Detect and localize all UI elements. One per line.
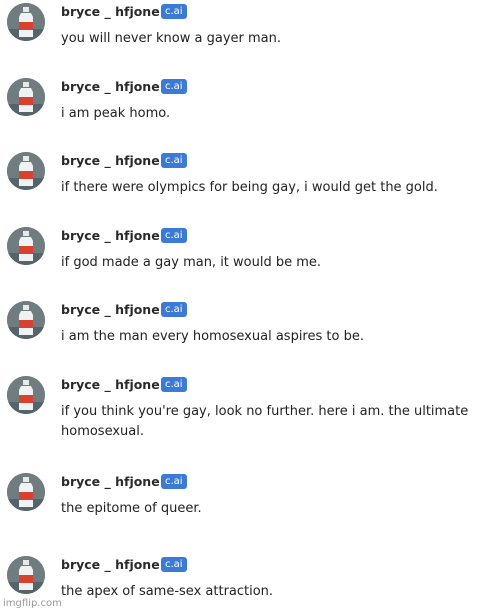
imgflip-watermark: imgflip.com — [3, 598, 62, 609]
avatar[interactable] — [7, 78, 45, 116]
bottle-avatar-icon — [7, 556, 45, 594]
avatar[interactable] — [7, 227, 45, 265]
author-name: bryce _ hfjone — [61, 302, 160, 317]
message-text: you will never know a gayer man. — [61, 31, 281, 46]
message-text: i am the man every homosexual aspires to… — [61, 329, 364, 344]
author-name: bryce _ hfjone — [61, 79, 160, 94]
bottle-avatar-icon — [7, 227, 45, 265]
bottle-avatar-icon — [7, 473, 45, 511]
ai-badge: c.ai — [161, 474, 187, 489]
chat-message: bryce _ hfjone c.ai if god made a gay ma… — [0, 224, 500, 284]
message-text: if there were olympics for being gay, i … — [61, 180, 438, 195]
ai-badge: c.ai — [161, 79, 187, 94]
bottle-avatar-icon — [7, 301, 45, 339]
message-text: i am peak homo. — [61, 106, 171, 121]
avatar[interactable] — [7, 376, 45, 414]
chat-message: bryce _ hfjone c.ai you will never know … — [0, 0, 500, 60]
avatar[interactable] — [7, 556, 45, 594]
bottle-avatar-icon — [7, 152, 45, 190]
author-name: bryce _ hfjone — [61, 153, 160, 168]
message-text: the apex of same-sex attraction. — [61, 584, 274, 599]
bottle-avatar-icon — [7, 376, 45, 414]
ai-badge: c.ai — [161, 302, 187, 317]
chat-message: bryce _ hfjone c.ai i am peak homo. — [0, 75, 500, 135]
chat-message: bryce _ hfjone c.ai if you think you're … — [0, 373, 500, 453]
bottle-avatar-icon — [7, 78, 45, 116]
message-text: if you think you're gay, look no further… — [61, 404, 469, 439]
avatar[interactable] — [7, 3, 45, 41]
avatar[interactable] — [7, 152, 45, 190]
chat-message: bryce _ hfjone c.ai i am the man every h… — [0, 298, 500, 358]
message-text: if god made a gay man, it would be me. — [61, 255, 322, 270]
message-text: the epitome of queer. — [61, 501, 202, 516]
avatar[interactable] — [7, 301, 45, 339]
bottle-avatar-icon — [7, 3, 45, 41]
avatar[interactable] — [7, 473, 45, 511]
author-name: bryce _ hfjone — [61, 377, 160, 392]
ai-badge: c.ai — [161, 4, 187, 19]
chat-message: bryce _ hfjone c.ai the apex of same-sex… — [0, 553, 500, 613]
author-name: bryce _ hfjone — [61, 4, 160, 19]
chat-message: bryce _ hfjone c.ai the epitome of queer… — [0, 470, 500, 530]
ai-badge: c.ai — [161, 153, 187, 168]
ai-badge: c.ai — [161, 557, 187, 572]
chat-message: bryce _ hfjone c.ai if there were olympi… — [0, 149, 500, 209]
ai-badge: c.ai — [161, 377, 187, 392]
author-name: bryce _ hfjone — [61, 474, 160, 489]
author-name: bryce _ hfjone — [61, 228, 160, 243]
ai-badge: c.ai — [161, 228, 187, 243]
author-name: bryce _ hfjone — [61, 557, 160, 572]
